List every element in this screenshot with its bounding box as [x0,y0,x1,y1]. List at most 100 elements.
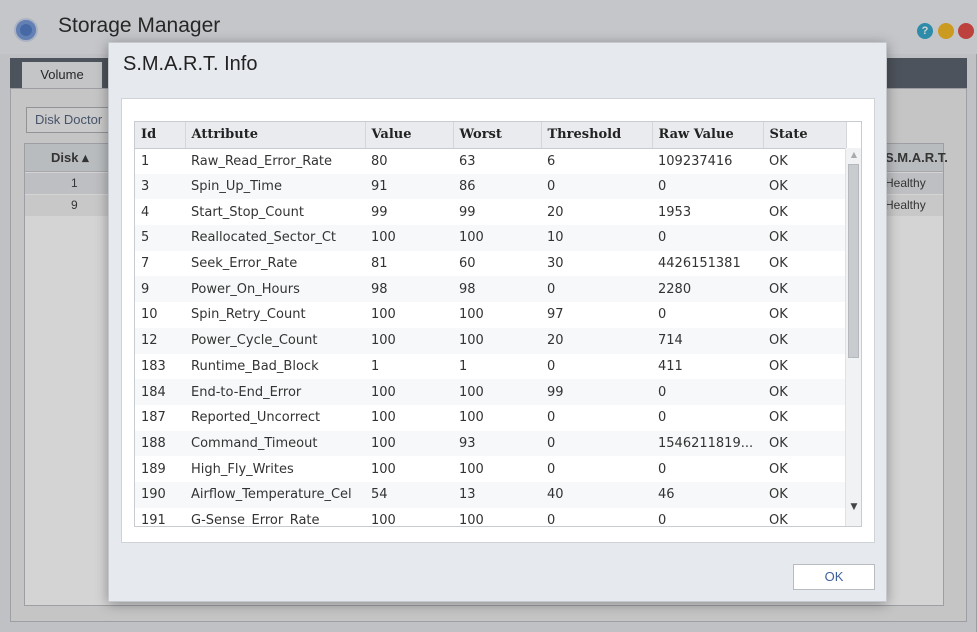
attribute-raw-value: 1953 [652,199,763,226]
attribute-value: 98 [365,276,453,303]
attribute-raw-value: 411 [652,353,763,380]
attribute-threshold: 20 [541,327,652,354]
attribute-state: OK [763,148,846,174]
table-row[interactable]: 5 Reallocated_Sector_Ct 100 100 10 0 OK [135,225,846,251]
attribute-value: 1 [365,353,453,380]
attribute-value: 100 [365,507,453,526]
attribute-name: Spin_Retry_Count [185,302,365,328]
scroll-down-arrow-icon[interactable]: ▼ [849,502,859,512]
attribute-state: OK [763,456,846,482]
attribute-id: 9 [135,276,185,303]
attribute-state: OK [763,327,846,354]
attribute-raw-value: 109237416 [652,148,763,174]
table-row[interactable]: 191 G-Sense_Error_Rate 100 100 0 0 OK [135,507,846,526]
attribute-threshold: 0 [541,353,652,380]
attribute-id: 7 [135,250,185,277]
column-header-raw-value[interactable]: Raw Value [652,122,764,149]
attribute-raw-value: 0 [652,302,763,328]
attribute-value: 100 [365,379,453,405]
attribute-raw-value: 1546211819... [652,430,763,457]
attribute-worst: 13 [453,481,541,508]
attribute-name: Command_Timeout [185,430,365,457]
table-row[interactable]: 12 Power_Cycle_Count 100 100 20 714 OK [135,327,846,354]
vertical-scrollbar[interactable]: ▲ ▼ [845,148,861,526]
attribute-raw-value: 0 [652,379,763,405]
attribute-worst: 100 [453,379,541,405]
table-row[interactable]: 1 Raw_Read_Error_Rate 80 63 6 109237416 OK [135,148,846,174]
attribute-value: 81 [365,250,453,277]
attribute-raw-value: 0 [652,404,763,431]
scroll-up-arrow-icon[interactable]: ▲ [849,150,859,160]
attribute-raw-value: 0 [652,507,763,526]
attribute-id: 5 [135,225,185,251]
attribute-name: Reallocated_Sector_Ct [185,225,365,251]
table-row[interactable]: 189 High_Fly_Writes 100 100 0 0 OK [135,456,846,482]
attribute-id: 12 [135,327,185,354]
table-row[interactable]: 7 Seek_Error_Rate 81 60 30 4426151381 OK [135,250,846,277]
attribute-raw-value: 0 [652,173,763,200]
column-header-state[interactable]: State [763,122,847,149]
dialog-body: Id Attribute Value Worst Threshold Raw V… [121,98,875,543]
attribute-worst: 60 [453,250,541,277]
column-header-value[interactable]: Value [365,122,454,149]
attribute-state: OK [763,173,846,200]
attribute-threshold: 99 [541,379,652,405]
attribute-worst: 86 [453,173,541,200]
attribute-threshold: 10 [541,225,652,251]
attribute-worst: 100 [453,225,541,251]
attribute-state: OK [763,250,846,277]
table-row[interactable]: 188 Command_Timeout 100 93 0 1546211819... OK [135,430,846,457]
attribute-value: 100 [365,456,453,482]
attribute-value: 100 [365,302,453,328]
attribute-threshold: 30 [541,250,652,277]
table-row[interactable]: 183 Runtime_Bad_Block 1 1 0 411 OK [135,353,846,380]
table-row[interactable]: 184 End-to-End_Error 100 100 99 0 OK [135,379,846,405]
table-row[interactable]: 9 Power_On_Hours 98 98 0 2280 OK [135,276,846,303]
attribute-threshold: 40 [541,481,652,508]
table-header-row: Id Attribute Value Worst Threshold Raw V… [135,122,847,149]
attribute-name: Airflow_Temperature_Cel [185,481,365,508]
table-row[interactable]: 10 Spin_Retry_Count 100 100 97 0 OK [135,302,846,328]
attribute-id: 4 [135,199,185,226]
attribute-id: 189 [135,456,185,482]
attribute-raw-value: 0 [652,225,763,251]
attribute-value: 100 [365,430,453,457]
attribute-state: OK [763,276,846,303]
attribute-threshold: 0 [541,507,652,526]
attribute-id: 191 [135,507,185,526]
attribute-threshold: 6 [541,148,652,174]
table-row[interactable]: 4 Start_Stop_Count 99 99 20 1953 OK [135,199,846,226]
ok-button[interactable]: OK [793,564,875,590]
attribute-threshold: 0 [541,173,652,200]
attribute-id: 190 [135,481,185,508]
attribute-id: 188 [135,430,185,457]
attribute-id: 183 [135,353,185,380]
attribute-threshold: 0 [541,456,652,482]
attribute-id: 187 [135,404,185,431]
attribute-value: 91 [365,173,453,200]
table-row[interactable]: 190 Airflow_Temperature_Cel 54 13 40 46 OK [135,481,846,508]
attribute-name: Raw_Read_Error_Rate [185,148,365,174]
column-header-worst[interactable]: Worst [453,122,542,149]
attribute-worst: 1 [453,353,541,380]
attribute-state: OK [763,353,846,380]
attribute-id: 184 [135,379,185,405]
column-header-threshold[interactable]: Threshold [541,122,653,149]
attribute-threshold: 20 [541,199,652,226]
smart-table-body: 1 Raw_Read_Error_Rate 80 63 6 109237416 OK 3 Spi… [135,148,846,526]
attribute-state: OK [763,430,846,457]
column-header-attribute[interactable]: Attribute [185,122,366,149]
table-row[interactable]: 187 Reported_Uncorrect 100 100 0 0 OK [135,404,846,431]
attribute-threshold: 0 [541,430,652,457]
attribute-raw-value: 4426151381 [652,250,763,277]
attribute-value: 99 [365,199,453,226]
attribute-value: 80 [365,148,453,174]
table-row[interactable]: 3 Spin_Up_Time 91 86 0 0 OK [135,173,846,200]
attribute-state: OK [763,379,846,405]
attribute-worst: 100 [453,456,541,482]
scrollbar-thumb[interactable] [848,164,859,358]
smart-attributes-table: Id Attribute Value Worst Threshold Raw V… [134,121,862,527]
column-header-id[interactable]: Id [135,122,186,149]
attribute-worst: 99 [453,199,541,226]
attribute-name: Seek_Error_Rate [185,250,365,277]
